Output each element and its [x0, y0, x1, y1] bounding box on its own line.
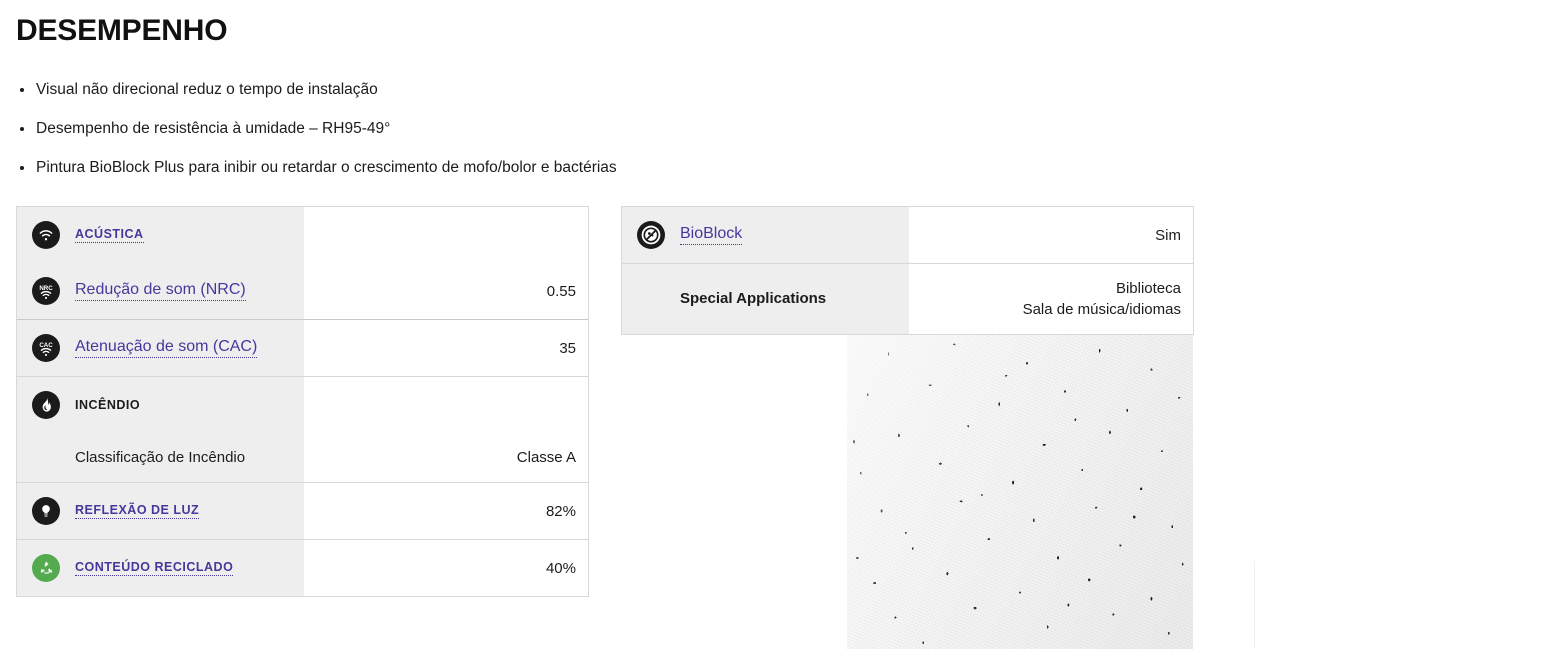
spec-value-cell: Biblioteca Sala de música/idiomas — [909, 264, 1193, 334]
spec-group-acoustics: ACÚSTICA NRC Redução de som (NRC) 0.55 C… — [17, 207, 588, 377]
table-row: ACÚSTICA — [17, 207, 588, 263]
spec-group-light-reflectance: REFLEXÃO DE LUZ 82% — [17, 483, 588, 540]
list-item: Desempenho de resistência à umidade – RH… — [16, 109, 1216, 148]
icon-slot — [17, 554, 75, 582]
spec-label-special-applications: Special Applications — [680, 290, 827, 307]
page-title: DESEMPENHO — [16, 14, 228, 47]
table-row: INCÊNDIO — [17, 377, 588, 433]
spec-label-cell: ACÚSTICA — [17, 207, 304, 263]
table-row: Classificação de Incêndio Classe A — [17, 433, 588, 482]
spec-value-cell — [304, 377, 588, 433]
spec-value-line: Sala de música/idiomas — [1022, 301, 1181, 318]
list-item: Pintura BioBlock Plus para inibir ou ret… — [16, 148, 1216, 187]
spec-label-classificacao-de-incendio: Classificação de Incêndio — [75, 448, 246, 466]
spec-label-cell: INCÊNDIO — [17, 377, 304, 433]
icon-slot — [622, 221, 680, 249]
spec-label-incendio: INCÊNDIO — [75, 398, 141, 412]
spec-value-cell: 0.55 — [304, 263, 588, 319]
spec-label-cell: Classificação de Incêndio — [17, 433, 304, 482]
spec-link-reflexao-de-luz[interactable]: REFLEXÃO DE LUZ — [75, 503, 200, 519]
table-row: CONTEÚDO RECICLADO 40% — [17, 540, 588, 596]
icon-slot: NRC — [17, 277, 75, 305]
table-row: REFLEXÃO DE LUZ 82% — [17, 483, 588, 539]
icon-slot — [17, 497, 75, 525]
table-row: Special Applications Biblioteca Sala de … — [622, 264, 1193, 334]
icon-slot — [17, 221, 75, 249]
list-item: Visual não direcional reduz o tempo de i… — [16, 70, 1216, 109]
spec-link-reducao-de-som-nrc[interactable]: Redução de som (NRC) — [75, 281, 246, 301]
spec-link-bioblock[interactable]: BioBlock — [680, 225, 743, 245]
spec-group-bioblock: BioBlock Sim — [622, 207, 1193, 264]
recycle-icon — [32, 554, 60, 582]
spec-value-cell: Classe A — [304, 433, 588, 482]
icon-slot: CAC — [17, 334, 75, 362]
spec-link-conteudo-reciclado[interactable]: CONTEÚDO RECICLADO — [75, 560, 234, 576]
lightbulb-icon — [32, 497, 60, 525]
table-row: NRC Redução de som (NRC) 0.55 — [17, 263, 588, 319]
spec-link-acustica[interactable]: ACÚSTICA — [75, 227, 144, 243]
spec-value-cell: Sim — [909, 207, 1193, 263]
spec-label-cell: REFLEXÃO DE LUZ — [17, 483, 304, 539]
table-row: CAC Atenuação de som (CAC) 35 — [17, 319, 588, 376]
icon-slot — [17, 391, 75, 419]
panel-edge-divider — [1254, 561, 1255, 649]
acoustic-waves-icon — [32, 221, 60, 249]
spec-value-cell: 35 — [304, 319, 588, 376]
spec-group-special-applications: Special Applications Biblioteca Sala de … — [622, 264, 1193, 334]
bioblock-no-mold-icon — [637, 221, 665, 249]
table-row: BioBlock Sim — [622, 207, 1193, 263]
nrc-waves-icon: NRC — [32, 277, 60, 305]
spec-link-atenuacao-de-som-cac[interactable]: Atenuação de som (CAC) — [75, 338, 258, 358]
spec-group-fire: INCÊNDIO Classificação de Incêndio Class… — [17, 377, 588, 483]
flame-icon — [32, 391, 60, 419]
spec-group-recycled-content: CONTEÚDO RECICLADO 40% — [17, 540, 588, 596]
product-texture-image — [847, 335, 1193, 649]
spec-label-cell: CONTEÚDO RECICLADO — [17, 540, 304, 596]
spec-label-cell: CAC Atenuação de som (CAC) — [17, 319, 304, 376]
performance-spec-table-right: BioBlock Sim Special Applications Biblio… — [621, 206, 1194, 335]
spec-value-line: Biblioteca — [1115, 280, 1181, 297]
spec-label-cell: Special Applications — [622, 264, 909, 334]
spec-value-cell: 40% — [304, 540, 588, 596]
performance-bullet-list: Visual não direcional reduz o tempo de i… — [16, 70, 1216, 187]
spec-value-cell: 82% — [304, 483, 588, 539]
spec-value-cell — [304, 207, 588, 263]
performance-spec-table-left: ACÚSTICA NRC Redução de som (NRC) 0.55 C… — [16, 206, 589, 597]
ceiling-tile-texture — [847, 335, 1193, 649]
cac-waves-icon: CAC — [32, 334, 60, 362]
spec-label-cell: NRC Redução de som (NRC) — [17, 263, 304, 319]
spec-label-cell: BioBlock — [622, 207, 909, 263]
